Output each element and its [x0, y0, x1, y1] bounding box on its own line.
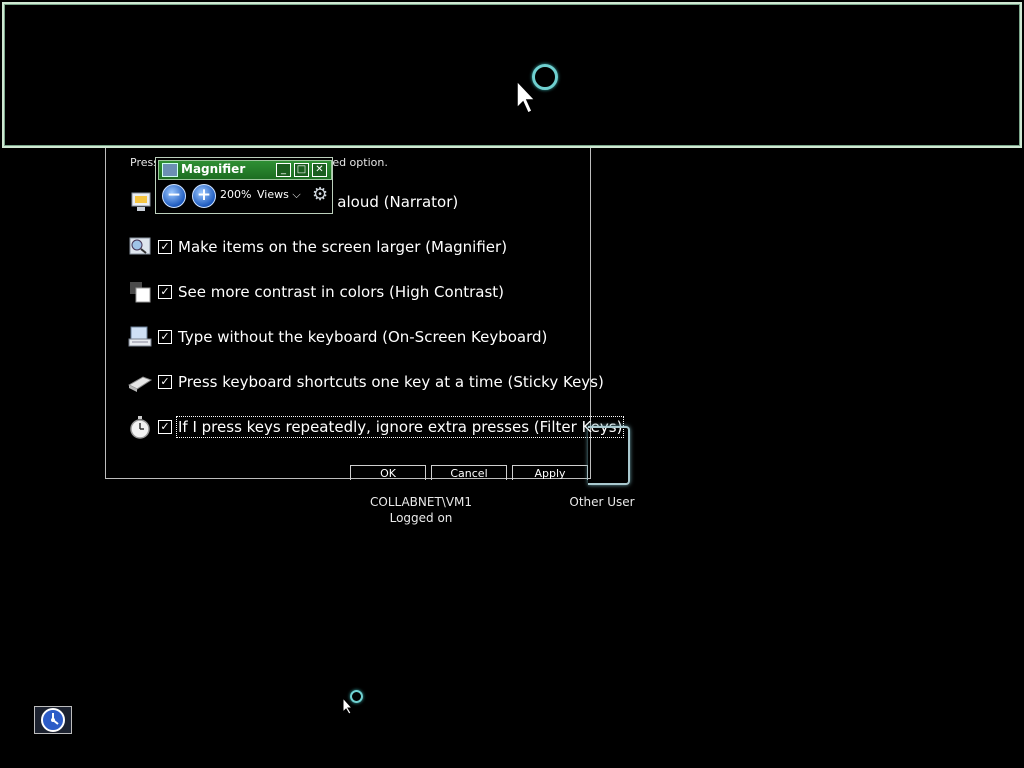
magnifier-title: Magnifier [181, 162, 246, 176]
close-button[interactable]: ✕ [312, 163, 327, 177]
magnifier-app-icon [162, 163, 178, 177]
apply-button[interactable]: Apply [512, 465, 588, 480]
current-user-status: Logged on [389, 511, 453, 525]
busy-ring-icon [532, 64, 558, 90]
magnifier-icon [128, 236, 152, 258]
narrator-icon [130, 191, 154, 213]
zoom-level: 200% [220, 188, 252, 201]
other-user-tile[interactable] [588, 426, 630, 485]
magnifier-checkbox[interactable]: ✓ [158, 240, 172, 254]
option-label: If I press keys repeatedly, ignore extra… [175, 416, 625, 438]
option-sticky-keys[interactable]: ✓ Press keyboard shortcuts one key at a … [127, 369, 604, 395]
instruction-end: ted option. [328, 156, 388, 169]
zoom-in-button[interactable]: + [192, 184, 216, 208]
option-high-contrast[interactable]: ✓ See more contrast in colors (High Cont… [128, 279, 504, 305]
views-dropdown[interactable]: Views ⌵ [257, 188, 301, 202]
cancel-button[interactable]: Cancel [431, 465, 507, 480]
magnifier-titlebar[interactable]: Magnifier _ □ ✕ [158, 160, 332, 180]
sticky-keys-icon [127, 371, 153, 393]
magnifier-toolbar[interactable]: Magnifier _ □ ✕ − + 200% Views ⌵ ⚙ [155, 157, 333, 214]
option-magnifier[interactable]: ✓ Make items on the screen larger (Magni… [128, 234, 507, 260]
option-filter-keys[interactable]: ✓ If I press keys repeatedly, ignore ext… [128, 414, 625, 440]
keyboard-icon [128, 326, 152, 348]
on-screen-keyboard-checkbox[interactable]: ✓ [158, 330, 172, 344]
filter-keys-checkbox[interactable]: ✓ [158, 420, 172, 434]
maximize-button[interactable]: □ [294, 163, 309, 177]
current-user-name: COLLABNET\VM1 [370, 495, 473, 509]
other-user-label: Other User [569, 495, 635, 509]
minimize-button[interactable]: _ [276, 163, 291, 177]
chevron-down-icon: ⌵ [292, 188, 301, 201]
gear-icon[interactable]: ⚙ [312, 184, 328, 205]
sticky-keys-checkbox[interactable]: ✓ [158, 375, 172, 389]
magnifier-lens-view [2, 2, 1022, 148]
busy-ring-icon [350, 690, 363, 703]
views-label: Views [257, 188, 289, 201]
stopwatch-icon [128, 416, 152, 439]
high-contrast-checkbox[interactable]: ✓ [158, 285, 172, 299]
high-contrast-icon [128, 281, 152, 303]
option-label: Type without the keyboard (On-Screen Key… [178, 328, 548, 346]
option-on-screen-keyboard[interactable]: ✓ Type without the keyboard (On-Screen K… [128, 324, 547, 350]
option-label: d aloud (Narrator) [323, 193, 459, 211]
ease-of-access-button[interactable] [34, 706, 72, 734]
zoom-out-button[interactable]: − [162, 184, 186, 208]
option-label: Press keyboard shortcuts one key at a ti… [178, 373, 604, 391]
option-label: Make items on the screen larger (Magnifi… [178, 238, 508, 256]
option-label: See more contrast in colors (High Contra… [178, 283, 505, 301]
ok-button[interactable]: OK [350, 465, 426, 480]
ease-of-access-icon [41, 708, 65, 732]
